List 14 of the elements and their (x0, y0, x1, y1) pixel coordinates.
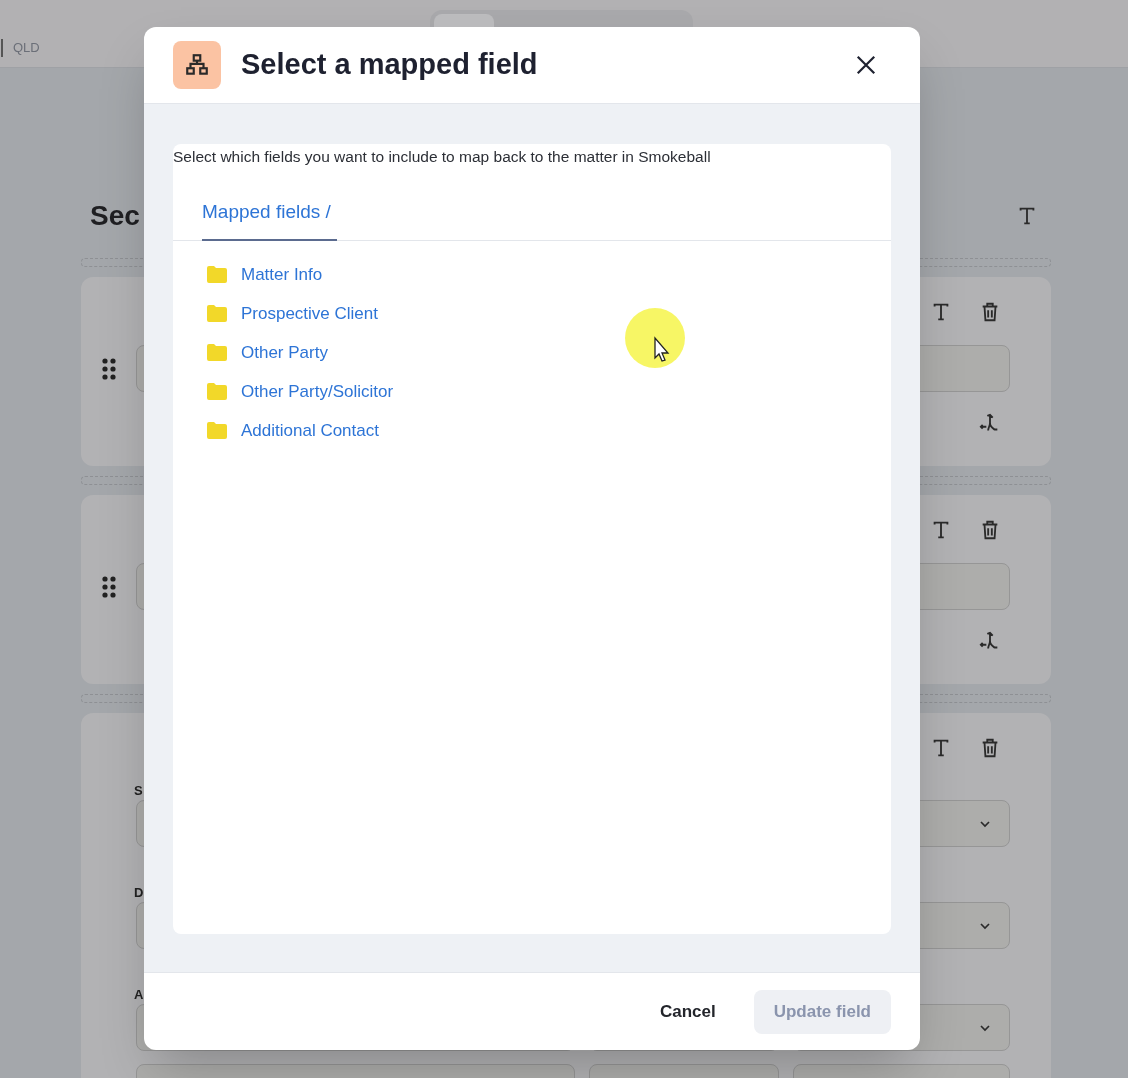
folder-link[interactable]: Other Party (241, 340, 328, 366)
folder-link[interactable]: Prospective Client (241, 301, 378, 327)
folder-link[interactable]: Other Party/Solicitor (241, 379, 394, 405)
cancel-button[interactable]: Cancel (659, 989, 716, 1034)
region-label: QLD (13, 38, 40, 57)
breadcrumb-tab[interactable]: Mapped fields / (202, 198, 337, 241)
description-text: Select which fields you want to include to map back to the matter in Smokeball (173, 147, 712, 167)
dialog-title: Select a mapped field (241, 47, 539, 83)
field-label: D (134, 884, 145, 902)
section-heading: Sec (90, 199, 140, 233)
field-label: S (134, 782, 144, 800)
folder-link[interactable]: Matter Info (241, 262, 323, 288)
folder-link[interactable]: Additional Contact (241, 418, 379, 444)
field-label: A (134, 986, 145, 1004)
